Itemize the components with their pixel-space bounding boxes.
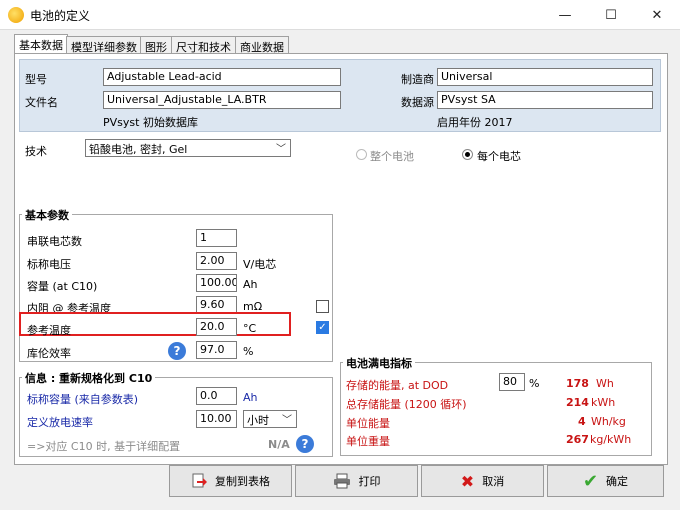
unit-energy-value: 4 <box>578 415 586 428</box>
capacity-field[interactable]: 100.00 <box>196 274 237 292</box>
file-label: 文件名 <box>25 96 58 109</box>
unit-weight-unit: kg/kWh <box>590 433 632 446</box>
tab-commercial[interactable]: 商业数据 <box>235 36 289 54</box>
copy-table-icon <box>192 473 207 488</box>
reference-temp-label: 参考温度 <box>27 324 71 337</box>
manufacturer-label: 制造商 <box>401 73 434 86</box>
coulomb-efficiency-unit: % <box>243 345 254 358</box>
chevron-down-icon: ﹀ <box>282 415 292 426</box>
window-title: 电池的定义 <box>30 9 91 23</box>
na-label: N/A <box>268 438 290 451</box>
unit-weight-value: 267 <box>566 433 589 446</box>
capacity-label: 容量 (at C10) <box>27 280 98 293</box>
unit-energy-unit: Wh/kg <box>591 415 626 428</box>
db-note: PVsyst 初始数据库 <box>103 116 198 129</box>
discharge-rate-unit-select[interactable]: 小时 ﹀ <box>243 410 297 428</box>
nominal-voltage-field[interactable]: 2.00 <box>196 252 237 270</box>
radio-per-cell[interactable] <box>462 149 473 160</box>
tab-model-params[interactable]: 模型详细参数 <box>66 36 142 54</box>
tab-graphs[interactable]: 图形 <box>140 36 172 54</box>
cancel-button-label: 取消 <box>482 475 505 488</box>
ok-button[interactable]: ✔ 确定 <box>547 465 664 497</box>
technology-select[interactable]: 铅酸电池, 密封, Gel ﹀ <box>85 139 291 157</box>
reference-temp-checkbox[interactable]: ✓ <box>316 321 329 334</box>
unit-energy-label: 单位能量 <box>346 417 390 430</box>
nominal-voltage-label: 标称电压 <box>27 258 71 271</box>
discharge-rate-label: 定义放电速率 <box>27 416 93 429</box>
technology-label: 技术 <box>25 145 47 158</box>
copy-button-label: 复制到表格 <box>215 475 270 488</box>
print-button-label: 打印 <box>358 475 381 488</box>
ok-button-label: 确定 <box>606 475 629 488</box>
help-icon[interactable]: ? <box>296 435 314 453</box>
discharge-rate-field[interactable]: 10.00 <box>196 410 237 428</box>
source-field[interactable]: PVsyst SA <box>437 91 653 109</box>
checkmark-icon: ✔ <box>582 470 599 492</box>
nominal-capacity-label: 标称容量 (来自参数表) <box>27 393 139 406</box>
c10-note: =>对应 C10 时, 基于详细配置 <box>27 440 181 453</box>
year-note: 启用年份 2017 <box>437 116 513 129</box>
model-label: 型号 <box>25 73 47 86</box>
radio-whole-battery[interactable] <box>356 149 367 160</box>
printer-icon <box>333 473 350 489</box>
technology-value: 铅酸电池, 密封, Gel <box>89 143 188 156</box>
total-energy-label: 总存储能量 (1200 循环) <box>346 398 467 411</box>
cancel-x-icon: ✖ <box>460 471 475 491</box>
unit-weight-label: 单位重量 <box>346 435 390 448</box>
series-cells-field[interactable]: 1 <box>196 229 237 247</box>
nominal-capacity-field[interactable]: 0.0 <box>196 387 237 405</box>
radio-whole-label: 整个电池 <box>370 150 414 163</box>
stored-energy-label: 存储的能量, at DOD <box>346 379 449 392</box>
nominal-capacity-unit: Ah <box>243 391 258 404</box>
cancel-button[interactable]: ✖ 取消 <box>421 465 544 497</box>
copy-to-table-button[interactable]: 复制到表格 <box>169 465 292 497</box>
close-button[interactable]: ✕ <box>634 0 680 30</box>
source-label: 数据源 <box>401 96 434 109</box>
coulomb-efficiency-field[interactable]: 97.0 <box>196 341 237 359</box>
coulomb-efficiency-label: 库伦效率 <box>27 347 71 360</box>
reference-temp-field[interactable]: 20.0 <box>196 318 237 336</box>
discharge-rate-unit: 小时 <box>247 414 269 427</box>
file-field[interactable]: Universal_Adjustable_LA.BTR <box>103 91 341 109</box>
internal-resistance-checkbox[interactable] <box>316 300 329 313</box>
stored-energy-unit: Wh <box>596 377 614 390</box>
indicators-title: 电池满电指标 <box>343 355 415 371</box>
total-energy-value: 214 <box>566 396 589 409</box>
manufacturer-field[interactable]: Universal <box>437 68 653 86</box>
tab-size-tech[interactable]: 尺寸和技术 <box>171 36 236 54</box>
stored-energy-value: 178 <box>566 377 589 390</box>
tab-basic-data[interactable]: 基本数据 <box>14 34 68 54</box>
reference-temp-unit: °C <box>243 322 257 335</box>
info-title: 信息 : 重新规格化到 C10 <box>22 370 156 386</box>
radio-cell-label: 每个电芯 <box>477 150 521 163</box>
dod-unit: % <box>529 377 540 390</box>
minimize-button[interactable]: — <box>542 0 588 30</box>
chevron-down-icon: ﹀ <box>276 144 286 155</box>
series-cells-label: 串联电芯数 <box>27 235 82 248</box>
total-energy-unit: kWh <box>591 396 616 409</box>
model-field[interactable]: Adjustable Lead-acid <box>103 68 341 86</box>
print-button[interactable]: 打印 <box>295 465 418 497</box>
maximize-button[interactable]: ☐ <box>588 0 634 30</box>
nominal-voltage-unit: V/电芯 <box>243 258 277 271</box>
help-icon[interactable]: ? <box>168 342 186 360</box>
app-icon <box>8 7 24 23</box>
basic-params-title: 基本参数 <box>22 207 72 223</box>
dod-field[interactable]: 80 <box>499 373 525 391</box>
capacity-unit: Ah <box>243 278 258 291</box>
